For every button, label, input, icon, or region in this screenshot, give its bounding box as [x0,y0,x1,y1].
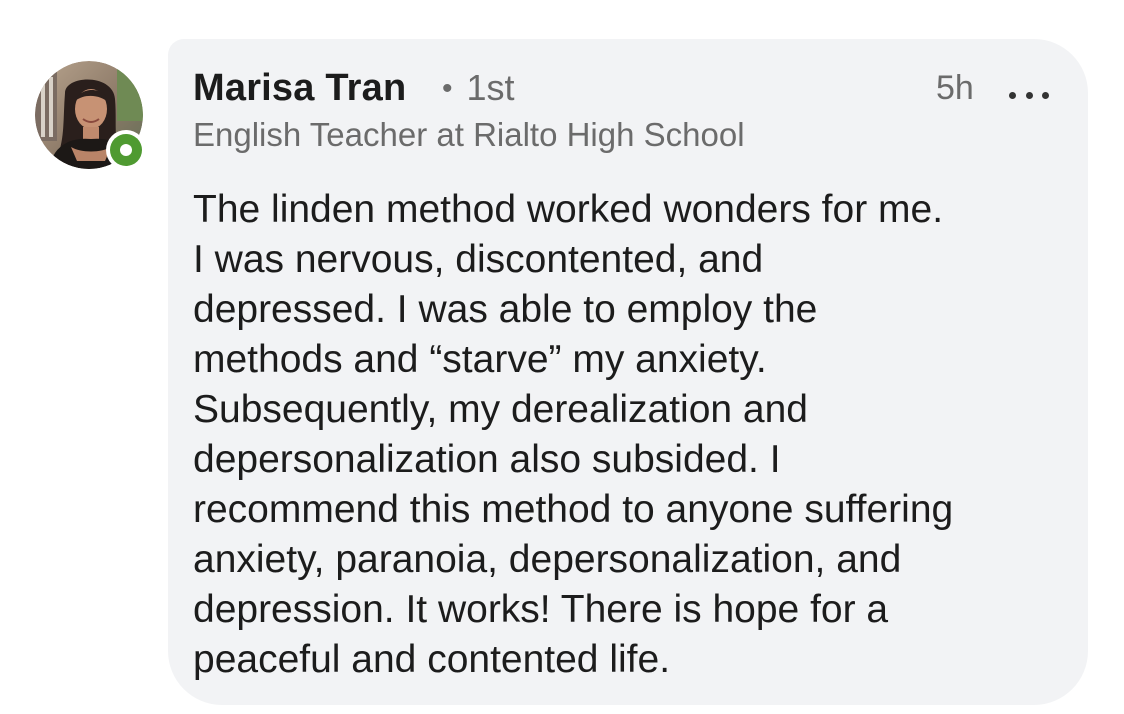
comment-timestamp: 5h [936,69,974,107]
more-horizontal-icon[interactable] [1009,89,1049,101]
comment-line: The linden method worked wonders for me. [193,188,944,231]
comment-line: depersonalization also subsided. I [193,438,781,481]
comment-bubble: Marisa Tran • 1st 5h English Teacher at R… [168,39,1088,705]
comment-line: peaceful and contented life. [193,638,671,681]
avatar[interactable] [35,61,146,170]
comment-line: depression. It works! There is hope for … [193,588,889,631]
connection-degree: • 1st [442,67,515,109]
separator-dot: • [442,72,453,105]
author-headline: English Teacher at Rialto High School [193,116,745,153]
author-name[interactable]: Marisa Tran [193,67,406,110]
comment-line: methods and “starve” my anxiety. [193,338,767,381]
comment-line: I was nervous, discontented, and [193,238,764,281]
comment-line: Subsequently, my derealization and [193,388,808,431]
comment-text: The linden method worked wonders for me.… [193,185,1073,685]
comment-line: depressed. I was able to employ the [193,288,818,331]
comment-line: anxiety, paranoia, depersonalization, an… [193,538,902,581]
presence-indicator [106,130,146,170]
connection-degree-label: 1st [466,67,515,108]
online-status-icon [110,134,142,166]
comment-line: recommend this method to anyone sufferin… [193,488,954,531]
comment-screen: Marisa Tran • 1st 5h English Teacher at R… [0,0,1124,714]
